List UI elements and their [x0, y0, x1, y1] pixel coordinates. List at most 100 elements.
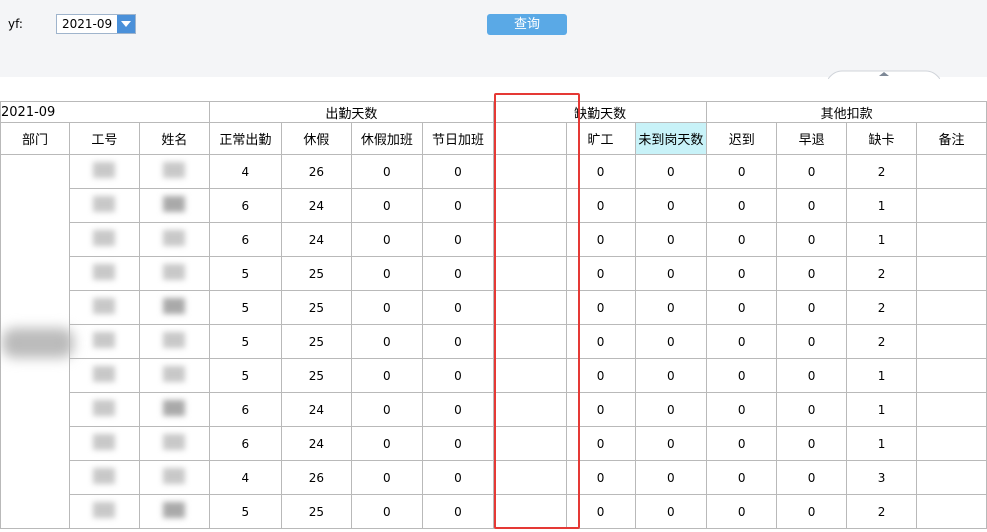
- cell-leave-ot: 0: [350, 494, 423, 529]
- employee-id-cell: [68, 154, 140, 189]
- employee-id-cell: [68, 290, 140, 325]
- table-row: 5 25 0 0 0 0 0 0 2: [1, 256, 987, 291]
- cell-missing: 2: [846, 494, 917, 529]
- cell-late: 0: [706, 256, 778, 291]
- redacted-text: [163, 468, 186, 484]
- cell-absent: 0: [565, 324, 636, 359]
- cell-missing: 1: [846, 188, 917, 223]
- redacted-text: [93, 434, 116, 450]
- cell-normal: 6: [208, 392, 282, 427]
- group-deductions: 其他扣款: [706, 101, 987, 123]
- col-leave: 休假: [280, 122, 352, 155]
- employee-id-cell: [68, 460, 140, 495]
- cell-early: 0: [776, 256, 848, 291]
- name-cell: [138, 494, 210, 529]
- cell-leave-ot: 0: [350, 460, 423, 495]
- cell-early: 0: [776, 358, 848, 393]
- group-attendance: 出勤天数: [208, 101, 495, 123]
- cell-absent: 0: [565, 494, 636, 529]
- cell-leave: 25: [280, 256, 352, 291]
- cell-not-arrived: 0: [634, 392, 708, 427]
- cell-leave-ot: 0: [350, 392, 423, 427]
- cell-normal: 5: [208, 290, 282, 325]
- attendance-table: 2021-09 出勤天数 缺勤天数 其他扣款 部门 工号 姓名 正常出勤 休假 …: [0, 101, 987, 529]
- employee-id-cell: [68, 494, 140, 529]
- cell-leave-ot: 0: [350, 188, 423, 223]
- redacted-text: [93, 502, 116, 518]
- cell-late: 0: [706, 392, 778, 427]
- cell-empty: [493, 222, 567, 257]
- col-late: 迟到: [706, 122, 778, 155]
- cell-absent: 0: [565, 426, 636, 461]
- cell-early: 0: [776, 222, 848, 257]
- cell-holiday-ot: 0: [421, 256, 495, 291]
- redacted-text: [163, 434, 186, 450]
- cell-empty: [493, 188, 567, 223]
- cell-holiday-ot: 0: [421, 460, 495, 495]
- cell-normal: 5: [208, 324, 282, 359]
- filter-bar: yf: 2021-09 查询: [0, 0, 987, 79]
- cell-note: [916, 358, 987, 393]
- chevron-up-icon[interactable]: [828, 69, 940, 79]
- cell-normal: 5: [208, 358, 282, 393]
- col-holiday-overtime: 节日加班: [421, 122, 495, 155]
- redacted-text: [163, 502, 186, 518]
- cell-not-arrived: 0: [634, 154, 708, 189]
- name-cell: [138, 222, 210, 257]
- name-cell: [138, 154, 210, 189]
- cell-leave: 25: [280, 324, 352, 359]
- cell-not-arrived: 0: [634, 324, 708, 359]
- redacted-text: [93, 400, 116, 416]
- cell-not-arrived: 0: [634, 290, 708, 325]
- chevron-down-icon[interactable]: [117, 15, 135, 33]
- cell-early: 0: [776, 188, 848, 223]
- cell-normal: 5: [208, 256, 282, 291]
- cell-normal: 6: [208, 222, 282, 257]
- cell-note: [916, 222, 987, 257]
- cell-leave: 25: [280, 290, 352, 325]
- cell-holiday-ot: 0: [421, 324, 495, 359]
- name-cell: [138, 358, 210, 393]
- cell-leave-ot: 0: [350, 222, 423, 257]
- cell-missing: 1: [846, 222, 917, 257]
- table-row: 6 24 0 0 0 0 0 0 1: [1, 188, 987, 223]
- cell-not-arrived: 0: [634, 188, 708, 223]
- col-department: 部门: [0, 122, 70, 155]
- cell-leave-ot: 0: [350, 426, 423, 461]
- cell-early: 0: [776, 154, 848, 189]
- cell-leave: 26: [280, 460, 352, 495]
- cell-leave: 25: [280, 358, 352, 393]
- cell-absent: 0: [565, 188, 636, 223]
- table-row: 5 25 0 0 0 0 0 0 2: [1, 494, 987, 529]
- period-select[interactable]: 2021-09: [56, 14, 136, 34]
- group-header-row: 2021-09 出勤天数 缺勤天数 其他扣款: [0, 101, 987, 123]
- cell-empty: [493, 358, 567, 393]
- cell-normal: 6: [208, 426, 282, 461]
- cell-late: 0: [706, 324, 778, 359]
- cell-late: 0: [706, 358, 778, 393]
- query-button[interactable]: 查询: [487, 14, 567, 35]
- cell-leave: 26: [280, 154, 352, 189]
- cell-absent: 0: [565, 392, 636, 427]
- cell-normal: 4: [208, 460, 282, 495]
- redacted-text: [93, 468, 116, 484]
- cell-leave-ot: 0: [350, 290, 423, 325]
- redacted-text: [163, 366, 186, 382]
- cell-empty: [493, 324, 567, 359]
- col-early-leave: 早退: [776, 122, 848, 155]
- cell-leave-ot: 0: [350, 358, 423, 393]
- col-name: 姓名: [138, 122, 210, 155]
- cell-empty: [493, 392, 567, 427]
- cell-note: [916, 392, 987, 427]
- redacted-text: [93, 298, 116, 314]
- cell-empty: [493, 494, 567, 529]
- cell-note: [916, 324, 987, 359]
- cell-late: 0: [706, 460, 778, 495]
- cell-missing: 2: [846, 154, 917, 189]
- redacted-text: [93, 332, 116, 348]
- name-cell: [138, 426, 210, 461]
- name-cell: [138, 188, 210, 223]
- department-redacted: [2, 328, 74, 358]
- col-missing-punch: 缺卡: [846, 122, 917, 155]
- period-select-value: 2021-09: [62, 17, 113, 31]
